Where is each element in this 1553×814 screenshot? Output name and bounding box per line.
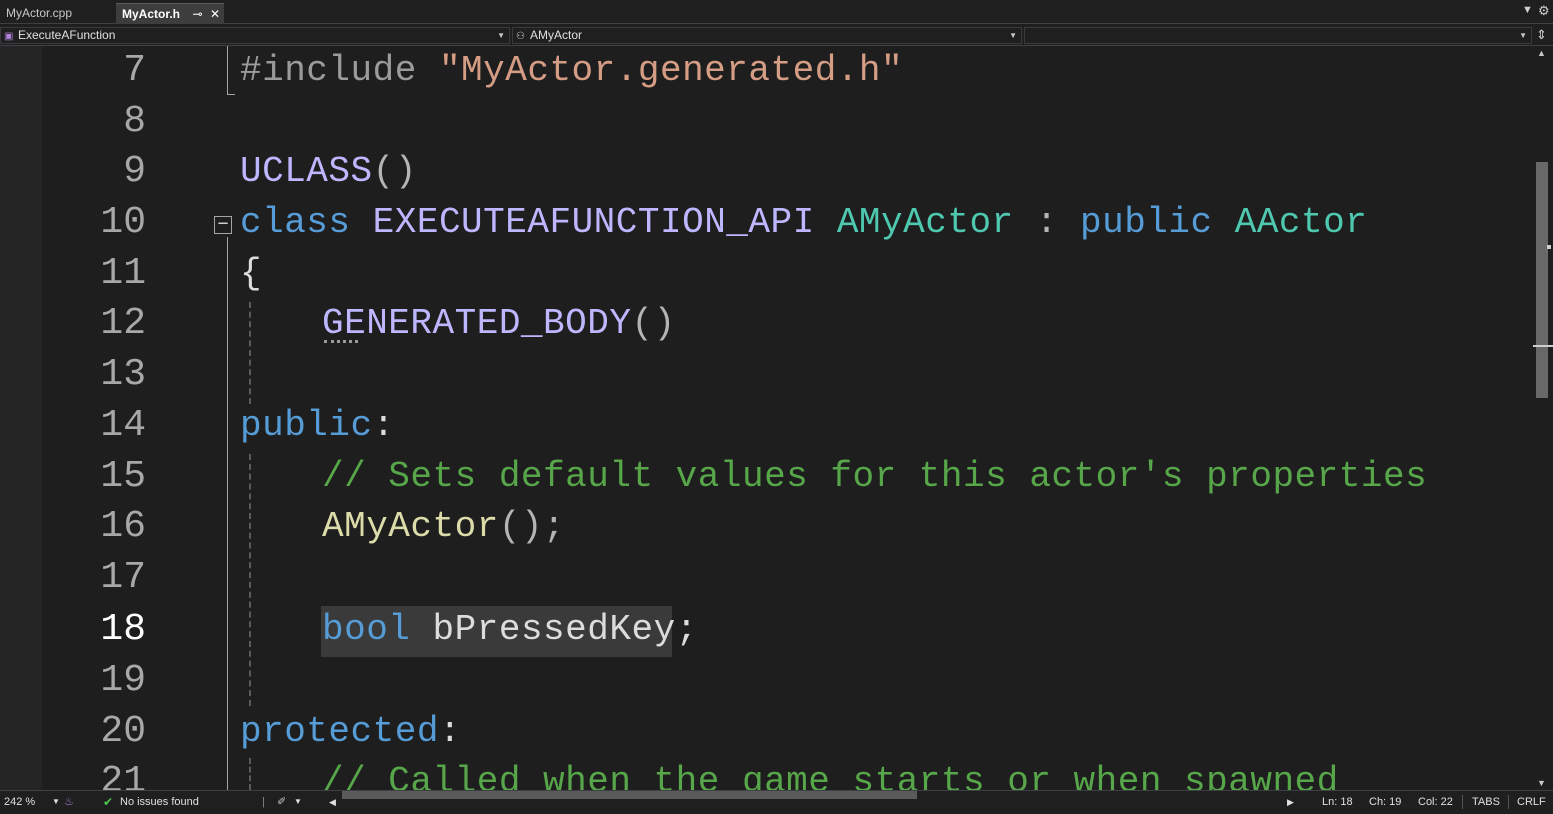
zoom-level[interactable]: 242 %: [4, 791, 35, 813]
tab-myactor-cpp[interactable]: MyActor.cpp: [0, 3, 115, 24]
code-text: bool bPressedKey;: [322, 609, 698, 650]
chevron-down-icon[interactable]: ▼: [1522, 4, 1533, 16]
check-circle-icon: ✔: [103, 795, 114, 809]
tab-label: MyActor.cpp: [6, 6, 73, 20]
issues-status[interactable]: No issues found: [120, 791, 199, 813]
gear-icon[interactable]: ⚙: [1538, 3, 1550, 19]
line-number: 7: [123, 49, 146, 92]
line-number: 13: [100, 353, 146, 396]
chevron-down-icon[interactable]: ▼: [294, 791, 302, 813]
code-line-current: 18 bool bPressedKey;: [0, 605, 1533, 655]
chevron-down-icon: ▼: [1009, 31, 1017, 40]
project-icon: ▣: [4, 31, 14, 42]
code-line: 20 protected:: [0, 707, 1533, 757]
divider: [1508, 795, 1509, 809]
line-number: 16: [100, 505, 146, 548]
code-text: UCLASS(): [240, 151, 417, 192]
line-ending-indicator[interactable]: CRLF: [1517, 791, 1546, 813]
code-line: 19: [0, 656, 1533, 706]
code-text: #include "MyActor.generated.h": [240, 50, 904, 91]
column-indicator[interactable]: Col: 22: [1418, 791, 1453, 813]
code-text: // Called when the game starts or when s…: [322, 761, 1339, 790]
line-number: 10: [100, 201, 146, 244]
scroll-up-icon[interactable]: ▲: [1537, 48, 1546, 58]
code-line: 15 // Sets default values for this actor…: [0, 452, 1533, 502]
code-line: 17: [0, 553, 1533, 603]
line-number: 12: [100, 302, 146, 345]
tab-myactor-h[interactable]: MyActor.h ⊸ ✕: [116, 3, 224, 24]
code-text: {: [240, 253, 263, 294]
code-line: 13: [0, 350, 1533, 400]
line-number: 9: [123, 150, 146, 193]
document-tab-strip: MyActor.cpp MyActor.h ⊸ ✕ ▼ ⚙: [0, 0, 1553, 24]
code-line: 14 public:: [0, 401, 1533, 451]
chevron-down-icon: ▼: [497, 31, 505, 40]
code-line: 12 GENERATED_BODY(): [0, 299, 1533, 349]
code-text: protected:: [240, 711, 462, 752]
code-text: class EXECUTEAFUNCTION_API AMyActor : pu…: [240, 202, 1368, 243]
line-number: 19: [100, 659, 146, 702]
code-cleanup-icon[interactable]: ✐: [277, 791, 286, 813]
project-dropdown[interactable]: ▣ ExecuteAFunction ▼: [0, 27, 510, 44]
project-dropdown-label: ExecuteAFunction: [18, 28, 116, 42]
chevron-down-icon[interactable]: ▼: [52, 791, 60, 813]
vertical-scrollbar[interactable]: ▲ ▼: [1533, 46, 1553, 790]
line-number: 11: [100, 252, 146, 295]
char-indicator[interactable]: Ch: 19: [1369, 791, 1401, 813]
code-editor[interactable]: 7 #include "MyActor.generated.h" 8 9 UCL…: [0, 46, 1533, 790]
class-dropdown-label: AMyActor: [530, 28, 583, 42]
code-line: 16 AMyActor();: [0, 502, 1533, 552]
class-icon: ⚇: [516, 31, 525, 42]
code-text: GENERATED_BODY(): [322, 303, 676, 344]
line-number: 8: [123, 100, 146, 143]
code-text: // Sets default values for this actor's …: [322, 456, 1428, 497]
class-dropdown[interactable]: ⚇ AMyActor ▼: [512, 27, 1022, 44]
code-line: 8: [0, 97, 1533, 147]
horizontal-scrollbar-thumb[interactable]: [342, 791, 917, 799]
code-line: 21 // Called when the game starts or whe…: [0, 757, 1533, 790]
line-number: 15: [100, 455, 146, 498]
pin-icon[interactable]: ⊸: [193, 7, 203, 21]
divider: [1462, 795, 1463, 809]
scroll-down-icon[interactable]: ▼: [1537, 778, 1546, 788]
line-number: 17: [100, 556, 146, 599]
divider: |: [262, 796, 265, 808]
code-text: public:: [240, 405, 395, 446]
collapse-toggle[interactable]: −: [214, 215, 232, 234]
scroll-right-icon[interactable]: ▶: [1287, 791, 1294, 813]
code-line: 7 #include "MyActor.generated.h": [0, 46, 1533, 96]
line-number: 21: [100, 760, 146, 790]
status-bar: 242 % ▼ ♨ ✔ No issues found | ✐ ▼ ◀ ▶ Ln…: [0, 790, 1553, 814]
scrollbar-thumb[interactable]: [1536, 162, 1548, 398]
navigation-bar: ▣ ExecuteAFunction ▼ ⚇ AMyActor ▼ ▼ ⇕: [0, 25, 1553, 46]
code-line: 9 UCLASS(): [0, 147, 1533, 197]
code-line: 11 {: [0, 249, 1533, 299]
scrollbar-marker: [1547, 245, 1551, 249]
close-icon[interactable]: ✕: [210, 7, 220, 21]
caret-position-marker: [1533, 345, 1553, 347]
line-number: 20: [100, 710, 146, 753]
line-indicator[interactable]: Ln: 18: [1322, 791, 1353, 813]
code-text: AMyActor();: [322, 506, 566, 547]
brush-icon[interactable]: ♨: [64, 791, 74, 813]
line-number: 18: [100, 608, 146, 651]
chevron-down-icon: ▼: [1519, 31, 1527, 40]
suggestion-squiggle[interactable]: [324, 340, 358, 343]
split-window-icon[interactable]: ⇕: [1536, 27, 1547, 43]
scroll-left-icon[interactable]: ◀: [329, 791, 336, 813]
line-number: 14: [100, 404, 146, 447]
indent-mode-indicator[interactable]: TABS: [1472, 791, 1500, 813]
member-dropdown[interactable]: ▼: [1024, 27, 1532, 44]
tab-label: MyActor.h: [122, 7, 181, 21]
